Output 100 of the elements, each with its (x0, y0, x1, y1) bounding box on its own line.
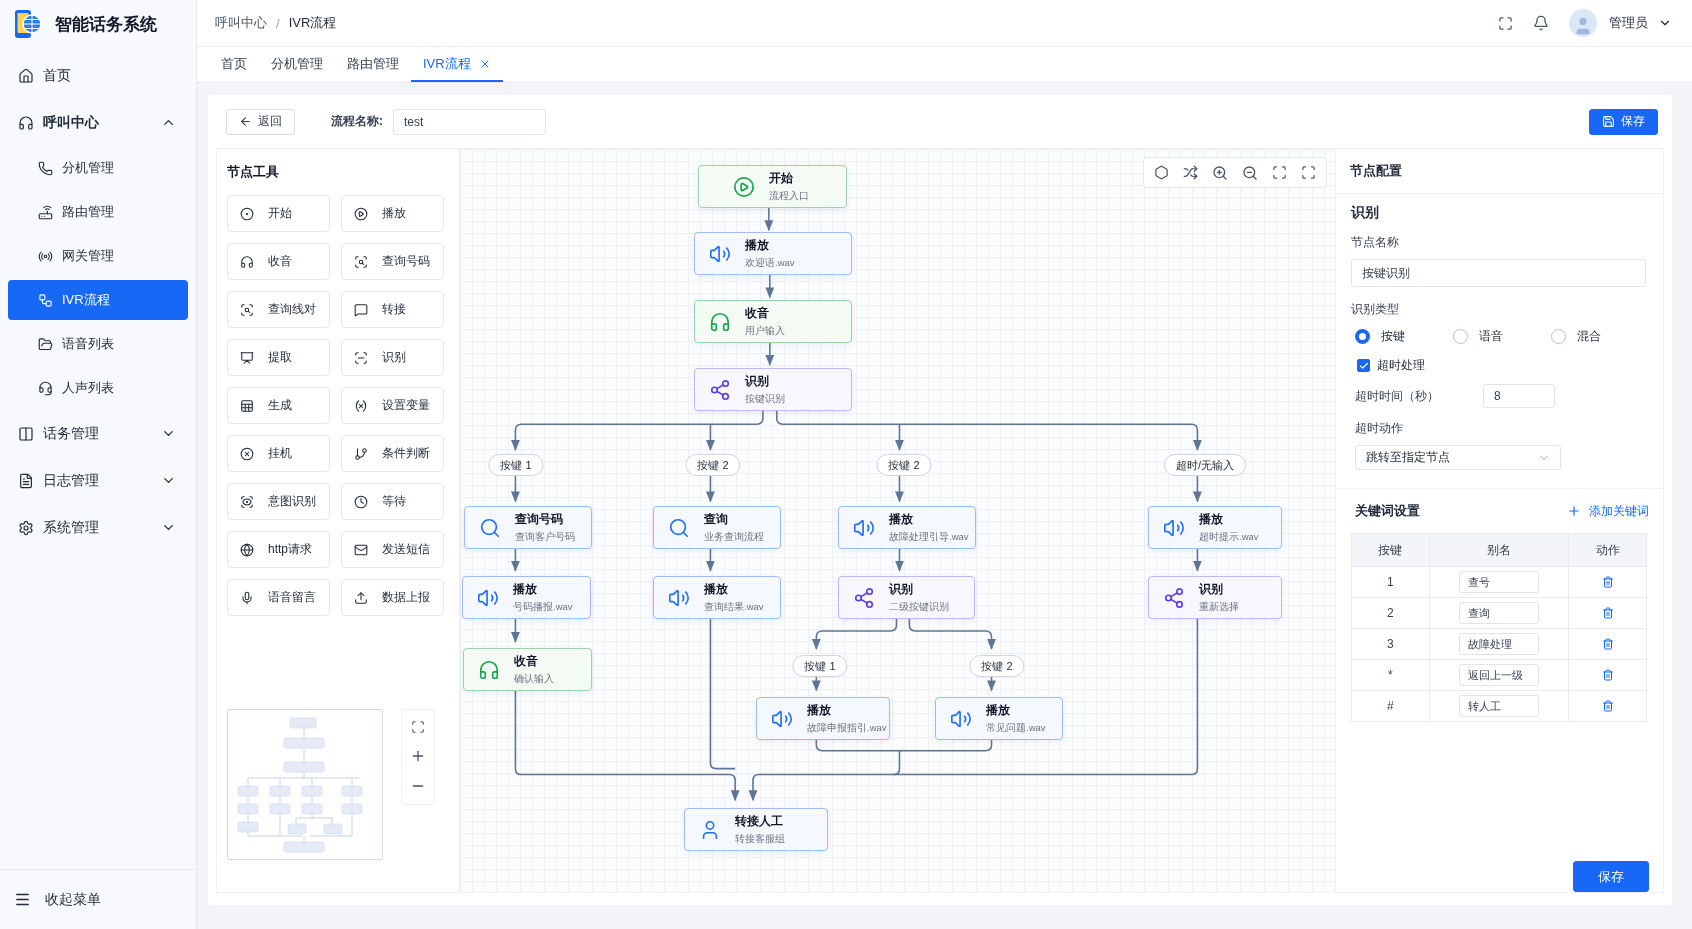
flow-node[interactable]: 播放 超时提示.wav (1148, 506, 1282, 549)
user-name[interactable]: 管理员 (1609, 14, 1648, 32)
alias-field[interactable]: 故障处理 (1459, 633, 1539, 655)
mail-icon (354, 542, 368, 557)
clock-icon (354, 494, 368, 509)
tool-item[interactable]: 查询号码 (341, 243, 444, 280)
sidebar-subitem[interactable]: 路由管理 (8, 192, 188, 232)
menu-item-icon (38, 160, 53, 176)
timeout-field[interactable]: 8 (1483, 384, 1555, 408)
fit-view-icon[interactable] (411, 720, 425, 734)
alias-field[interactable]: 转人工 (1459, 695, 1539, 717)
tool-item[interactable]: 转接 (341, 291, 444, 328)
sidebar-subitem[interactable]: 人声列表 (8, 368, 188, 408)
tool-item[interactable]: 等待 (341, 483, 444, 520)
tool-item[interactable]: 播放 (341, 195, 444, 232)
flow-node[interactable]: 播放 常见问题.wav (935, 697, 1063, 740)
tab[interactable]: IVR流程 (411, 47, 503, 82)
checkbox[interactable] (1357, 359, 1370, 372)
node-name-field[interactable]: 按键识别 (1351, 259, 1646, 287)
sidebar-item[interactable]: 首页 (8, 52, 188, 99)
zoom-in-icon[interactable] (1212, 164, 1228, 181)
tool-item[interactable]: 生成 (227, 387, 330, 424)
flow-name-field[interactable]: test (393, 108, 546, 135)
tool-item[interactable]: 收音 (227, 243, 330, 280)
fit-view-icon[interactable] (1272, 165, 1287, 180)
tool-item[interactable]: 意图识别 (227, 483, 330, 520)
node-subtitle: 查询结果.wav (704, 601, 764, 614)
node-subtitle: 欢迎语.wav (745, 257, 795, 270)
tool-item[interactable]: 语音留言 (227, 579, 330, 616)
flow-node[interactable]: 识别 二级按键识别 (838, 576, 975, 619)
radio-option[interactable]: 按键 (1355, 328, 1453, 345)
tool-item[interactable]: http请求 (227, 531, 330, 568)
radio-button[interactable] (1453, 329, 1468, 344)
flow-node[interactable]: 播放 查询结果.wav (653, 576, 781, 619)
hexagon-icon[interactable] (1154, 165, 1169, 180)
flow-node[interactable]: 收音 确认输入 (463, 648, 592, 691)
tool-item[interactable]: 设置变量 (341, 387, 444, 424)
radio-button[interactable] (1551, 329, 1566, 344)
flow-node[interactable]: 识别 重新选择 (1148, 576, 1282, 619)
fullscreen-icon[interactable] (1301, 165, 1316, 180)
save-button[interactable]: 保存 (1589, 108, 1658, 135)
tool-item[interactable]: 挂机 (227, 435, 330, 472)
search-icon (668, 516, 690, 539)
edge-label: 超时/无输入 (1163, 454, 1247, 476)
zoom-in-icon[interactable] (410, 748, 426, 764)
sidebar-subitem[interactable]: 网关管理 (8, 236, 188, 276)
sidebar-item[interactable]: 日志管理 (8, 457, 188, 504)
table-cell: 2 (1351, 597, 1430, 629)
sidebar-subitem[interactable]: 分机管理 (8, 148, 188, 188)
add-keyword-link[interactable]: 添加关键词 (1567, 503, 1649, 519)
bell-icon[interactable] (1533, 15, 1549, 31)
tool-item[interactable]: 条件判断 (341, 435, 444, 472)
checkbox-option[interactable]: 超时处理 (1357, 357, 1649, 374)
alias-field[interactable]: 查询 (1459, 602, 1539, 624)
flow-node[interactable]: 转接人工 转接客服组 (684, 808, 828, 851)
table-cell: * (1351, 659, 1430, 691)
sidebar-subitem[interactable]: 语音列表 (8, 324, 188, 364)
flow-node[interactable]: 收音 用户输入 (694, 300, 852, 343)
flow-node[interactable]: 播放 欢迎语.wav (694, 232, 852, 275)
flow-node[interactable]: 开始 流程入口 (698, 165, 847, 208)
node-title: 播放 (513, 581, 538, 598)
alias-field[interactable]: 返回上一级 (1459, 664, 1539, 686)
alias-field[interactable]: 查号 (1459, 571, 1539, 593)
radio-option[interactable]: 语音 (1453, 328, 1551, 345)
flow-node[interactable]: 查询 业务查询流程 (653, 506, 781, 549)
table-cell: # (1351, 690, 1430, 722)
tab[interactable]: 路由管理 (335, 47, 411, 82)
tool-item[interactable]: 数据上报 (341, 579, 444, 616)
shuffle-icon[interactable] (1183, 165, 1198, 180)
tool-item[interactable]: 提取 (227, 339, 330, 376)
radio-option[interactable]: 混合 (1551, 328, 1649, 345)
action-select[interactable]: 跳转至指定节点 (1355, 445, 1561, 470)
collapse-menu-button[interactable]: 收起菜单 (0, 869, 196, 929)
menu-icon (14, 891, 31, 908)
radio-button[interactable] (1355, 329, 1370, 344)
back-button[interactable]: 返回 (226, 108, 295, 135)
edge-label: 按键 1 (488, 454, 544, 476)
tool-item[interactable]: 识别 (341, 339, 444, 376)
sidebar-subitem[interactable]: IVR流程 (8, 280, 188, 320)
menu-item-icon (18, 519, 34, 536)
tool-item[interactable]: 开始 (227, 195, 330, 232)
menu-item-icon (18, 114, 34, 131)
flow-node[interactable]: 识别 按键识别 (694, 368, 852, 411)
sidebar-item[interactable]: 话务管理 (8, 410, 188, 457)
fullscreen-icon[interactable] (1498, 15, 1513, 31)
zoom-out-icon[interactable] (1242, 164, 1258, 181)
save-icon (1602, 115, 1615, 128)
sidebar-item[interactable]: 系统管理 (8, 504, 188, 551)
tool-item[interactable]: 发送短信 (341, 531, 444, 568)
tool-item[interactable]: 查询线对 (227, 291, 330, 328)
tab[interactable]: 首页 (209, 47, 259, 82)
flow-node[interactable]: 播放 故障申报指引.wav (756, 697, 890, 740)
flow-node[interactable]: 播放 故障处理引导.wav (838, 506, 976, 549)
flow-node[interactable]: 播放 号码播报.wav (462, 576, 591, 619)
sidebar-item[interactable]: 呼叫中心 (8, 99, 188, 146)
breadcrumb-item[interactable]: 呼叫中心 (215, 14, 267, 32)
flow-node[interactable]: 查询号码 查询客户号码 (464, 506, 592, 549)
save-button[interactable]: 保存 (1573, 861, 1649, 892)
node-title: 识别 (889, 581, 914, 598)
tab[interactable]: 分机管理 (259, 47, 335, 82)
